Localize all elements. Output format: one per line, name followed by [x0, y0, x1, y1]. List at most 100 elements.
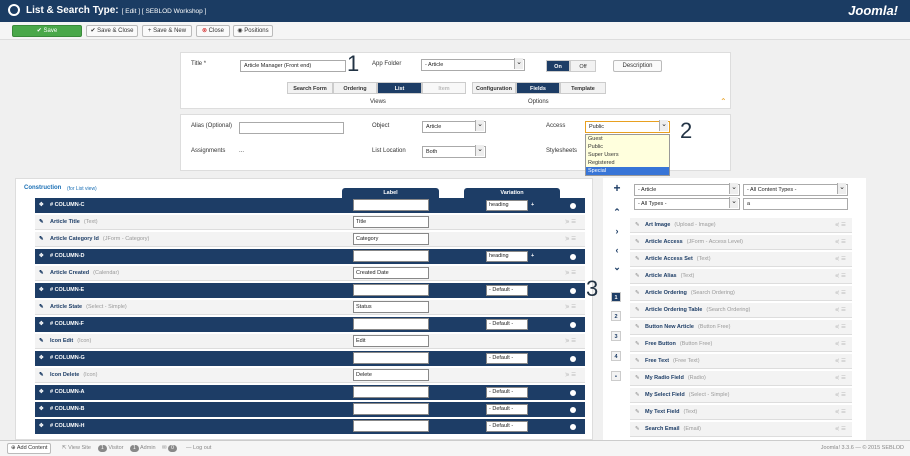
save-close-button[interactable]: ✔ Save & Close — [86, 25, 138, 37]
edit-icon[interactable]: ✎ — [39, 368, 44, 383]
label-input[interactable]: Status — [353, 301, 429, 313]
edit-icon[interactable]: ✎ — [39, 215, 44, 230]
view-site-link[interactable]: ⇱ View Site — [62, 441, 91, 456]
field-row[interactable]: ✎ Article Category Id (JForm - Category) Ca… — [35, 232, 585, 247]
available-field-row[interactable]: ✎ Article Ordering (Search Ordering) ⋞ ☰ — [630, 286, 852, 301]
radio-button[interactable] — [570, 322, 576, 328]
move-icon[interactable]: ✥ — [39, 419, 44, 434]
radio-button[interactable] — [570, 254, 576, 260]
column-row[interactable]: ✥ # COLUMN-E - Default - — [35, 283, 585, 298]
positions-button[interactable]: ◉ Positions — [233, 25, 273, 37]
tab-ordering[interactable]: Ordering — [333, 82, 377, 94]
available-field-row[interactable]: ✎ Free Button (Button Free) ⋞ ☰ — [630, 337, 852, 352]
object-select[interactable]: Article — [422, 120, 486, 133]
app-folder-select[interactable]: - Article — [421, 58, 525, 71]
tab-configuration[interactable]: Configuration — [472, 82, 516, 94]
type-filter-select[interactable]: - All Types - — [634, 197, 740, 210]
folder-filter-select[interactable]: - Article — [634, 183, 740, 196]
drag-handle-icon[interactable]: ⋞ ☰ — [835, 218, 846, 233]
drag-handle-icon[interactable]: ⋞ ☰ — [835, 337, 846, 352]
access-option[interactable]: Registered — [586, 159, 669, 167]
radio-button[interactable] — [570, 407, 576, 413]
page-4-button[interactable]: 4 — [611, 351, 621, 361]
edit-icon[interactable]: ✎ — [635, 371, 640, 386]
save-new-button[interactable]: + Save & New — [142, 25, 192, 37]
page-1-button[interactable]: 1 — [611, 292, 621, 302]
available-field-row[interactable]: ✎ Article Ordering Table (Search Ordering)… — [630, 303, 852, 318]
edit-icon[interactable]: ✎ — [635, 320, 640, 335]
drag-handle-icon[interactable]: ⋞ ☰ — [835, 405, 846, 420]
edit-icon[interactable]: ✎ — [39, 300, 44, 315]
chevron-up-icon[interactable]: ⌃ — [720, 97, 727, 106]
edit-icon[interactable]: ✎ — [635, 218, 640, 233]
column-row[interactable]: ✥ # COLUMN-C heading + — [35, 198, 585, 213]
label-input[interactable] — [353, 352, 429, 364]
save-button[interactable]: ✔ Save — [12, 25, 82, 37]
label-input[interactable]: Edit — [353, 335, 429, 347]
drag-handle-icon[interactable]: ⋟ ☰ — [565, 266, 576, 281]
add-icon[interactable]: + — [611, 181, 623, 195]
column-row[interactable]: ✥ # COLUMN-D heading + — [35, 249, 585, 264]
edit-icon[interactable]: ✎ — [635, 422, 640, 437]
description-button[interactable]: Description — [613, 60, 662, 72]
close-button[interactable]: ⊗ Close — [196, 25, 230, 37]
available-field-row[interactable]: ✎ My Select Field (Select - Simple) ⋞ ☰ — [630, 388, 852, 403]
variation-select[interactable]: - Default - — [486, 285, 528, 296]
drag-handle-icon[interactable]: ⋞ ☰ — [835, 371, 846, 386]
tab-search-form[interactable]: Search Form — [287, 82, 333, 94]
move-icon[interactable]: ✥ — [39, 402, 44, 417]
drag-handle-icon[interactable]: ⋟ ☰ — [565, 300, 576, 315]
edit-icon[interactable]: ✎ — [635, 405, 640, 420]
drag-handle-icon[interactable]: ⋟ ☰ — [565, 232, 576, 247]
edit-icon[interactable]: ✎ — [635, 354, 640, 369]
title-input[interactable]: Article Manager (Front end) — [240, 60, 346, 72]
label-input[interactable]: Delete — [353, 369, 429, 381]
field-row[interactable]: ✎ Article State (Select - Simple) Status ⋟ ☰ — [35, 300, 585, 315]
label-input[interactable] — [353, 250, 429, 262]
radio-button[interactable] — [570, 424, 576, 430]
drag-handle-icon[interactable]: ⋞ ☰ — [835, 235, 846, 250]
edit-icon[interactable]: ✎ — [635, 286, 640, 301]
edit-icon[interactable]: ✎ — [635, 235, 640, 250]
drag-handle-icon[interactable]: ⋞ ☰ — [835, 252, 846, 267]
radio-button[interactable] — [570, 288, 576, 294]
edit-icon[interactable]: ✎ — [635, 269, 640, 284]
page-more-button[interactable]: • — [611, 371, 621, 381]
drag-handle-icon[interactable]: ⋟ ☰ — [565, 334, 576, 349]
mail-count[interactable]: ✉ 0 — [162, 441, 177, 456]
radio-button[interactable] — [570, 356, 576, 362]
label-input[interactable]: Category — [353, 233, 429, 245]
drag-handle-icon[interactable]: ⋞ ☰ — [835, 388, 846, 403]
available-field-row[interactable]: ✎ Article Access (JForm - Access Level) ⋞ ☰ — [630, 235, 852, 250]
chevron-down-icon[interactable]: ⌄ — [611, 262, 623, 273]
tab-list[interactable]: List — [377, 82, 422, 94]
drag-handle-icon[interactable]: ⋞ ☰ — [835, 320, 846, 335]
radio-button[interactable] — [570, 203, 576, 209]
field-row[interactable]: ✎ Icon Edit (Icon) Edit ⋟ ☰ — [35, 334, 585, 349]
edit-icon[interactable]: ✎ — [39, 266, 44, 281]
add-icon[interactable]: + — [531, 249, 534, 264]
chevron-left-icon[interactable]: ‹ — [611, 245, 623, 255]
available-field-row[interactable]: ✎ Art Image (Upload - Image) ⋞ ☰ — [630, 218, 852, 233]
label-input[interactable]: Created Date — [353, 267, 429, 279]
variation-select[interactable]: - Default - — [486, 319, 528, 330]
content-type-filter-select[interactable]: - All Content Types - — [743, 183, 848, 196]
field-row[interactable]: ✎ Icon Delete (Icon) Delete ⋟ ☰ — [35, 368, 585, 383]
radio-button[interactable] — [570, 390, 576, 396]
available-field-row[interactable]: ✎ Button New Article (Button Free) ⋞ ☰ — [630, 320, 852, 335]
field-row[interactable]: ✎ Article Created (Calendar) Created Date ⋟ … — [35, 266, 585, 281]
label-input[interactable] — [353, 318, 429, 330]
edit-icon[interactable]: ✎ — [635, 252, 640, 267]
tab-template[interactable]: Template — [560, 82, 606, 94]
column-row[interactable]: ✥ # COLUMN-B - Default - — [35, 402, 585, 417]
move-icon[interactable]: ✥ — [39, 198, 44, 213]
column-row[interactable]: ✥ # COLUMN-F - Default - — [35, 317, 585, 332]
off-toggle[interactable]: Off — [570, 60, 596, 72]
add-content-button[interactable]: ⊕ Add Content — [7, 443, 52, 454]
label-input[interactable] — [353, 403, 429, 415]
move-icon[interactable]: ✥ — [39, 385, 44, 400]
move-icon[interactable]: ✥ — [39, 351, 44, 366]
drag-handle-icon[interactable]: ⋟ ☰ — [565, 215, 576, 230]
drag-handle-icon[interactable]: ⋞ ☰ — [835, 422, 846, 437]
move-icon[interactable]: ✥ — [39, 317, 44, 332]
